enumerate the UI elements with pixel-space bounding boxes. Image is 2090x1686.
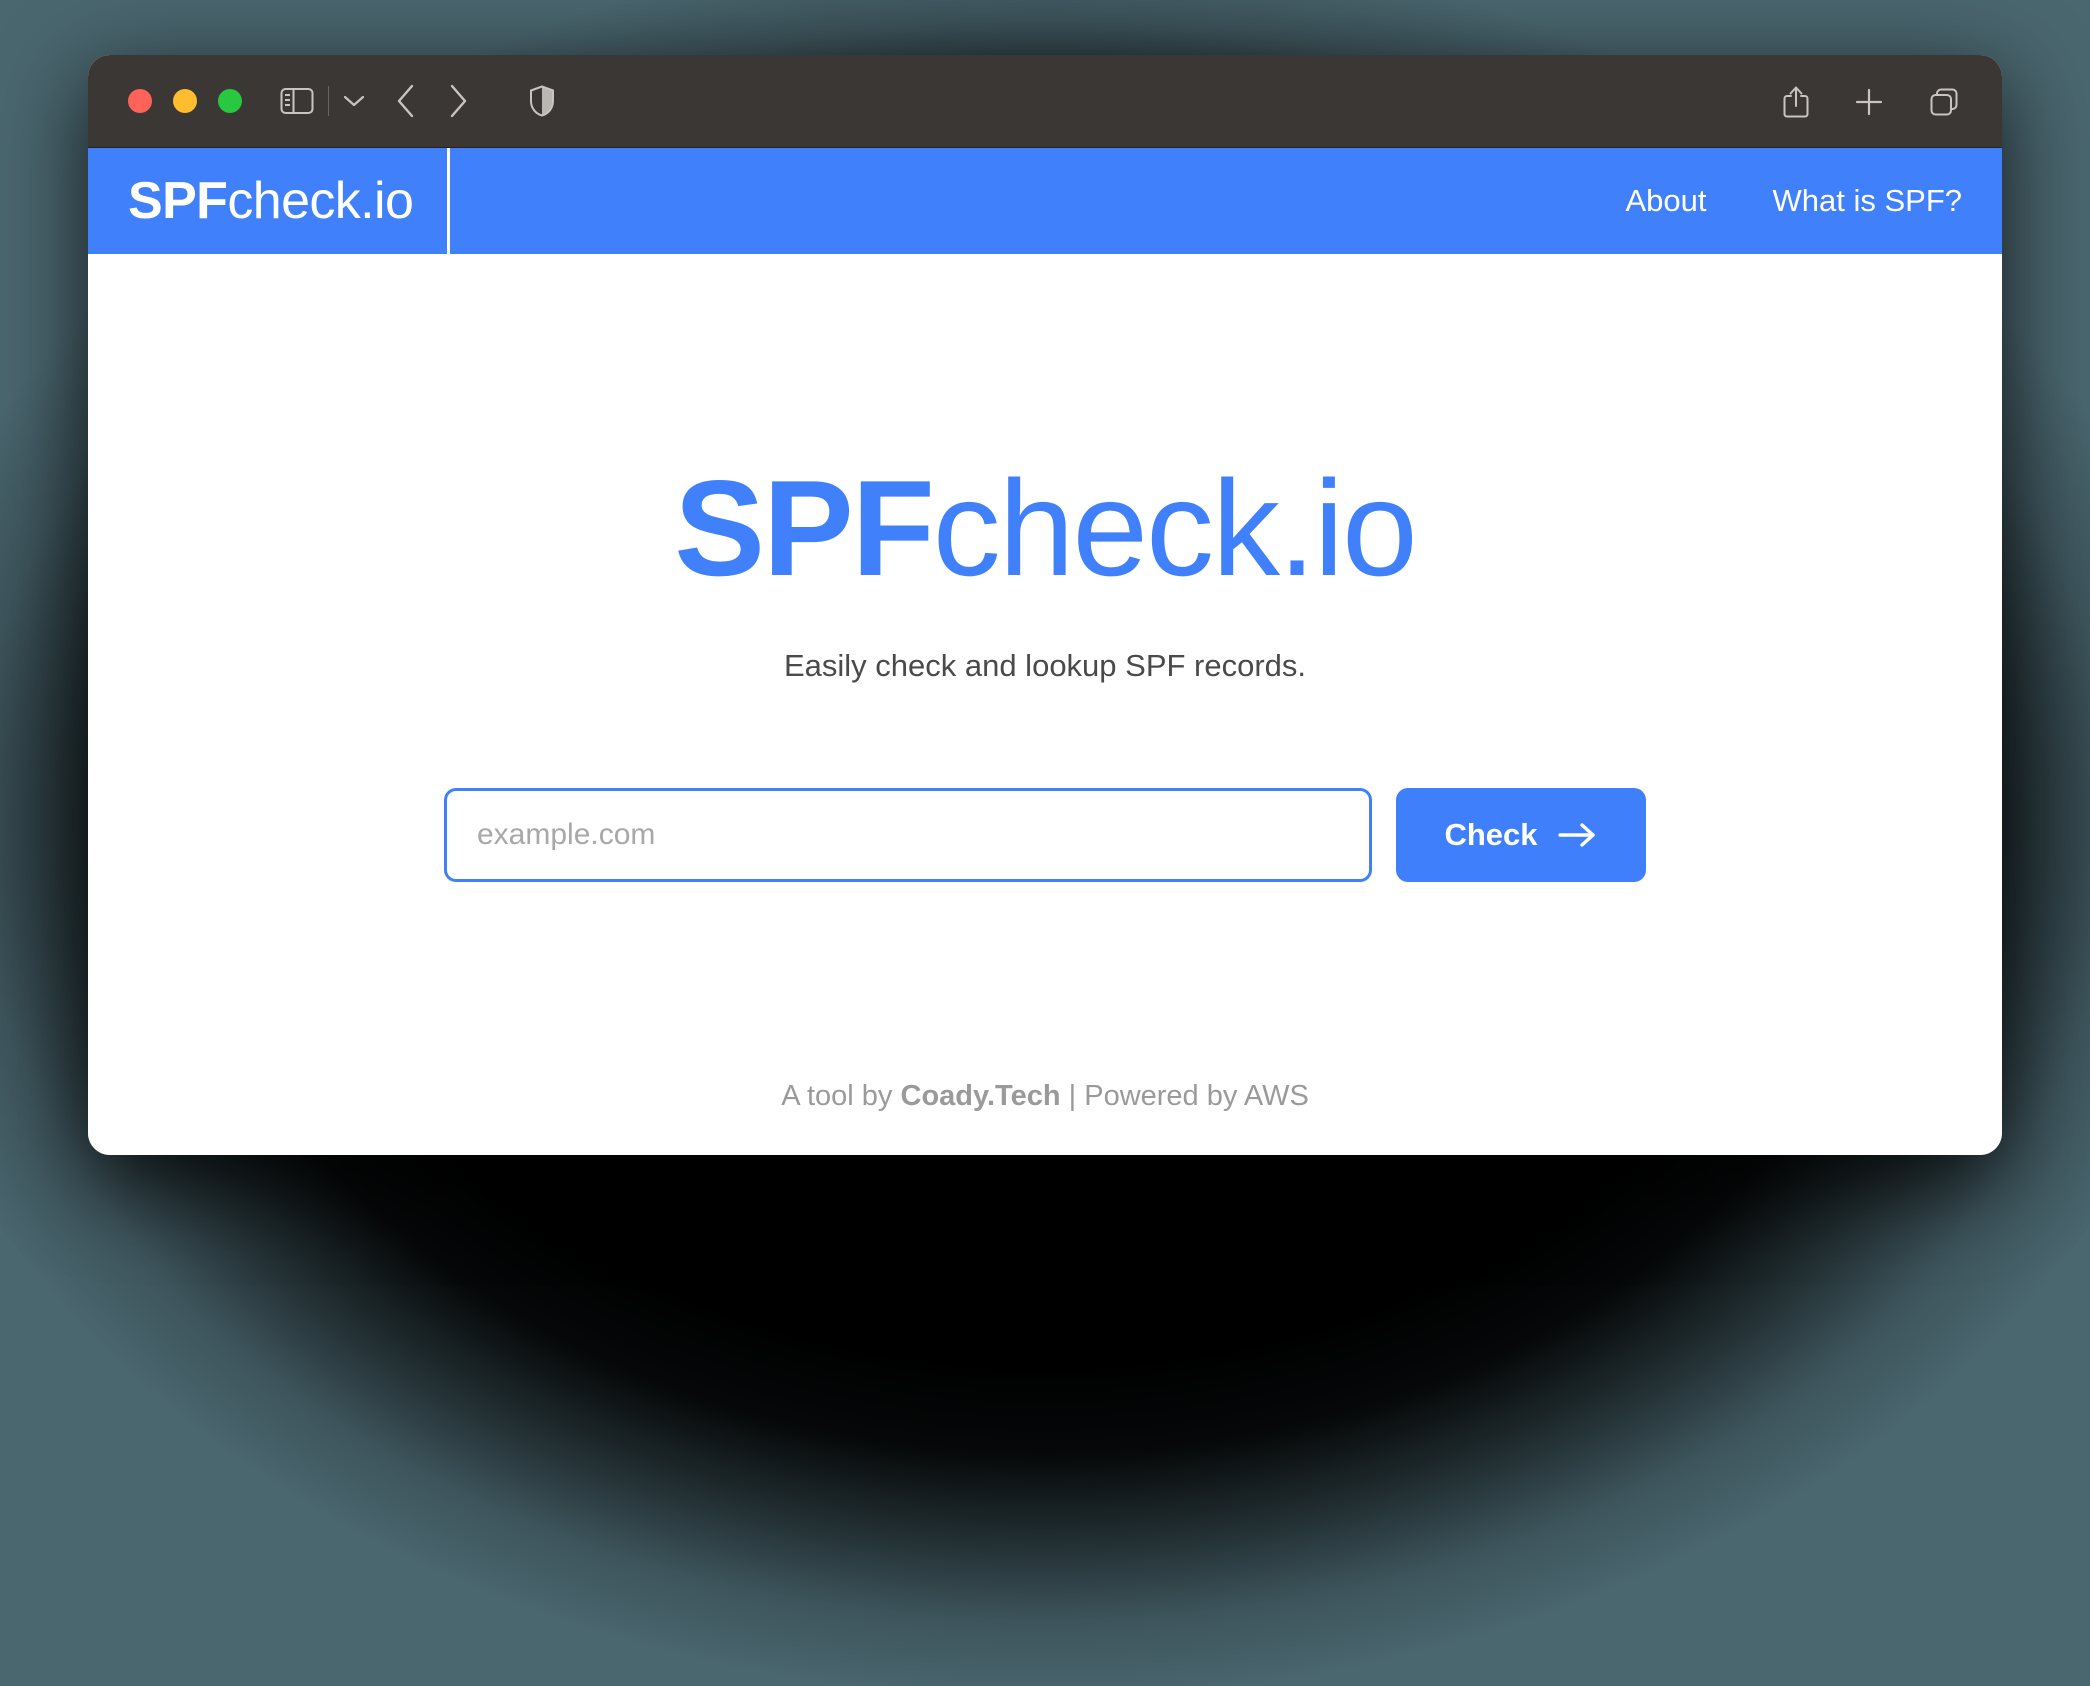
footer-prefix: A tool by <box>781 1080 901 1112</box>
brand-light-part: check.io <box>227 172 414 230</box>
hero-title-bold: SPF <box>674 452 934 604</box>
site-nav: About What is SPF? <box>1625 183 2002 219</box>
site-header: SPFcheck.io About What is SPF? <box>88 148 2002 254</box>
arrow-right-icon <box>1557 822 1598 848</box>
share-icon[interactable] <box>1782 85 1810 119</box>
footer-suffix: | Powered by AWS <box>1060 1080 1309 1112</box>
plus-icon[interactable] <box>1854 87 1884 117</box>
browser-toolbar: spfcheck.io <box>88 55 2002 211</box>
chevron-down-icon[interactable] <box>343 94 365 108</box>
site-brand[interactable]: SPFcheck.io <box>88 148 451 254</box>
nav-link-what-is-spf[interactable]: What is SPF? <box>1773 183 1963 219</box>
hero-title-light: check.io <box>932 452 1418 604</box>
domain-input[interactable] <box>444 788 1372 882</box>
toolbar-right-actions <box>1782 55 1960 148</box>
close-window-button[interactable] <box>128 89 152 113</box>
tab-overview-icon[interactable] <box>1928 86 1960 118</box>
window-controls <box>128 89 242 113</box>
footer-brand[interactable]: Coady.Tech <box>901 1080 1061 1112</box>
minimize-window-button[interactable] <box>173 89 197 113</box>
privacy-shield-icon[interactable] <box>529 85 555 117</box>
brand-bold-part: SPF <box>128 172 228 230</box>
lookup-form: Check <box>444 788 1646 882</box>
forward-arrow-icon[interactable] <box>447 83 469 119</box>
toolbar-divider <box>328 86 329 116</box>
sidebar-toggle-icon[interactable] <box>280 87 314 115</box>
page-subtitle: Easily check and lookup SPF records. <box>783 648 1307 683</box>
page-title: SPFcheck.io <box>674 460 1417 596</box>
nav-link-about[interactable]: About <box>1625 183 1706 219</box>
back-arrow-icon[interactable] <box>395 83 417 119</box>
check-button[interactable]: Check <box>1396 788 1646 882</box>
main-content: SPFcheck.io Easily check and lookup SPF … <box>88 254 2002 1155</box>
browser-window: spfcheck.io <box>88 55 2002 1155</box>
footer-credit: A tool by Coady.Tech | Powered by AWS <box>781 1080 1309 1113</box>
maximize-window-button[interactable] <box>218 89 242 113</box>
check-button-label: Check <box>1444 817 1538 852</box>
brand-wordmark: SPFcheck.io <box>128 172 414 230</box>
